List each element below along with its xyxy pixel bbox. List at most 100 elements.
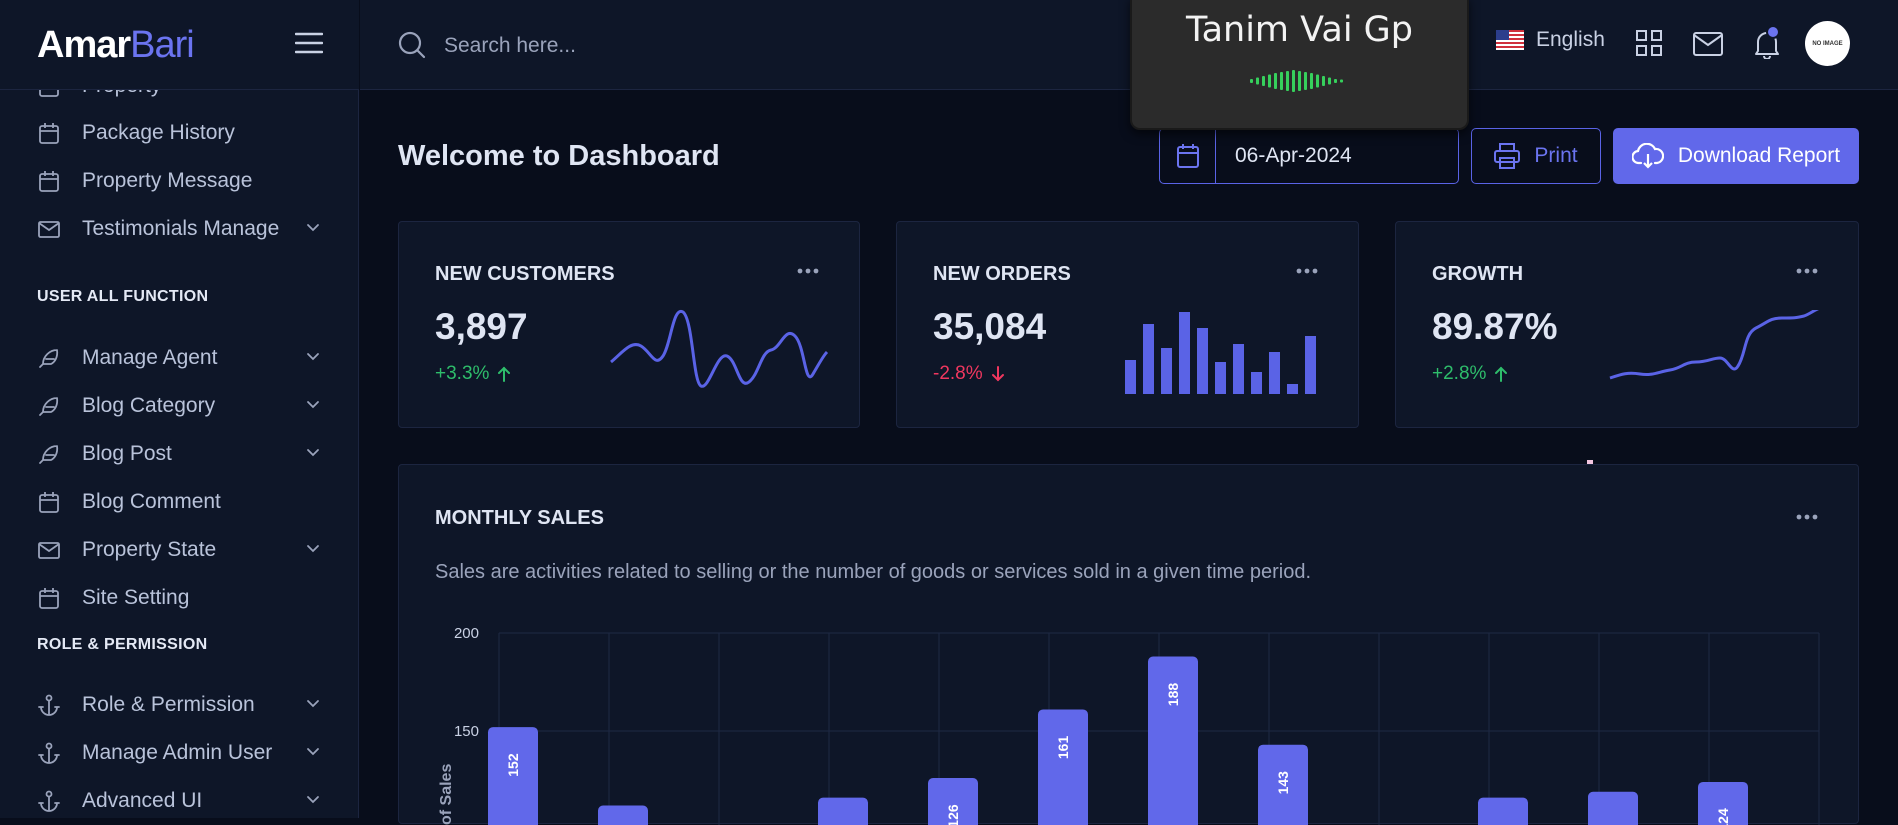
sidebar-item[interactable]: Testimonials Manage — [37, 209, 327, 249]
card-title: NEW CUSTOMERS — [435, 263, 615, 285]
card-title: NEW ORDERS — [933, 263, 1071, 285]
y-tick-label: 150 — [454, 723, 479, 740]
search-input[interactable] — [444, 29, 944, 63]
sidebar-item-label: Role & Permission — [82, 693, 255, 716]
calendar-icon — [37, 490, 61, 514]
date-picker[interactable]: 06-Apr-2024 — [1159, 128, 1459, 184]
wave-bar — [1262, 76, 1265, 86]
sidebar-item[interactable]: Blog Category — [37, 386, 327, 426]
sidebar-item[interactable]: Blog Comment — [37, 482, 327, 522]
date-value: 06-Apr-2024 — [1235, 144, 1352, 167]
wave-bar — [1334, 79, 1337, 83]
card-change-text: +2.8% — [1432, 363, 1487, 384]
hamburger-menu-icon[interactable] — [295, 31, 323, 55]
wave-bar — [1286, 71, 1289, 91]
y-axis-label: of Sales — [438, 764, 455, 825]
avatar[interactable]: NO IMAGE — [1805, 21, 1850, 66]
chevron-down-icon — [307, 748, 319, 756]
card-change: +2.8% — [1432, 363, 1508, 385]
sidebar-item-label: Blog Category — [82, 394, 216, 417]
chevron-down-icon — [307, 401, 319, 409]
feather-icon — [37, 442, 61, 466]
mini-bar — [1233, 344, 1244, 394]
language-selector[interactable]: English — [1496, 28, 1605, 52]
wave-bar — [1340, 79, 1343, 83]
search-icon — [398, 31, 426, 59]
feather-icon — [37, 394, 61, 418]
wave-bar — [1280, 72, 1283, 90]
download-report-button[interactable]: Download Report — [1613, 128, 1859, 184]
voice-call-overlay[interactable]: Tanim Vai Gp — [1130, 0, 1469, 130]
sidebar-item[interactable]: Blog Post — [37, 434, 327, 474]
apps-grid-icon[interactable] — [1636, 30, 1662, 56]
sales-bar[interactable] — [818, 797, 868, 825]
customers-sparkline — [610, 310, 829, 388]
wave-bar — [1328, 77, 1331, 85]
growth-sparkline — [1609, 310, 1819, 380]
sidebar-item[interactable]: Package History — [37, 113, 327, 153]
wave-bar — [1316, 74, 1319, 88]
sidebar-item[interactable]: Site Setting — [37, 578, 327, 618]
wave-bar — [1304, 72, 1307, 90]
mini-bar — [1251, 372, 1262, 394]
mail-icon — [37, 217, 61, 241]
arrow-up-icon — [498, 366, 511, 382]
sidebar-item-label: Property Message — [82, 169, 253, 192]
sidebar-item-label: Manage Agent — [82, 346, 218, 369]
sidebar: PropertyPackage HistoryProperty MessageT… — [0, 0, 359, 818]
sales-bar[interactable] — [598, 805, 648, 825]
sidebar-item[interactable]: Advanced UI — [37, 781, 327, 821]
sales-bar[interactable] — [1478, 797, 1528, 825]
sidebar-item[interactable]: Property Message — [37, 161, 327, 201]
sidebar-item-label: Testimonials Manage — [82, 217, 280, 240]
wave-bar — [1268, 74, 1271, 88]
brand-bar: AmarBari — [0, 0, 359, 90]
bar-data-label: 124 — [1715, 808, 1731, 825]
new-customers-card: NEW CUSTOMERS 3,897 +3.3% — [398, 221, 860, 428]
card-value: 35,084 — [933, 306, 1047, 347]
more-options-icon[interactable] — [797, 268, 819, 274]
feather-icon — [37, 346, 61, 370]
monthly-sales-chart: 2001501521261611881435124of Sales — [438, 625, 1820, 825]
wave-bar — [1310, 73, 1313, 89]
chevron-down-icon — [307, 449, 319, 457]
sidebar-item[interactable]: Property State — [37, 530, 327, 570]
sales-bar[interactable] — [1038, 709, 1088, 825]
logo[interactable]: AmarBari — [37, 24, 195, 67]
sidebar-item-label: Package History — [82, 121, 235, 144]
card-change: +3.3% — [435, 363, 511, 385]
sidebar-item[interactable]: Role & Permission — [37, 685, 327, 725]
wave-bar — [1274, 73, 1277, 89]
more-options-icon[interactable] — [1796, 268, 1818, 274]
calendar-icon — [1160, 129, 1216, 183]
printer-icon — [1494, 143, 1521, 169]
sales-bar[interactable] — [1148, 656, 1198, 825]
avatar-text: NO IMAGE — [1812, 40, 1843, 47]
notification-dot — [1766, 25, 1780, 39]
calendar-icon — [37, 169, 61, 193]
arrow-up-icon — [1495, 366, 1508, 382]
sales-bar[interactable] — [1588, 791, 1638, 825]
mini-bar — [1305, 336, 1316, 394]
more-options-icon[interactable] — [1296, 268, 1318, 274]
mail-icon[interactable] — [1693, 32, 1723, 56]
chevron-down-icon — [307, 353, 319, 361]
bar-data-label: 126 — [945, 804, 961, 825]
mail-icon — [37, 538, 61, 562]
print-button[interactable]: Print — [1471, 128, 1601, 184]
sidebar-item[interactable]: Manage Admin User — [37, 733, 327, 773]
wave-bar — [1292, 70, 1295, 92]
mini-bar — [1287, 384, 1298, 394]
chevron-down-icon — [307, 545, 319, 553]
wave-bar — [1256, 77, 1259, 85]
new-orders-card: NEW ORDERS 35,084 -2.8% — [896, 221, 1359, 428]
cloud-download-icon — [1631, 143, 1664, 169]
wave-bar — [1298, 71, 1301, 91]
sidebar-section-heading: ROLE & PERMISSION — [37, 636, 208, 653]
sidebar-item[interactable]: Manage Agent — [37, 338, 327, 378]
topbar — [360, 0, 1898, 90]
chevron-down-icon — [307, 796, 319, 804]
mini-bar — [1125, 360, 1136, 394]
sidebar-item-label: Site Setting — [82, 586, 190, 609]
arrow-down-icon — [991, 366, 1004, 382]
